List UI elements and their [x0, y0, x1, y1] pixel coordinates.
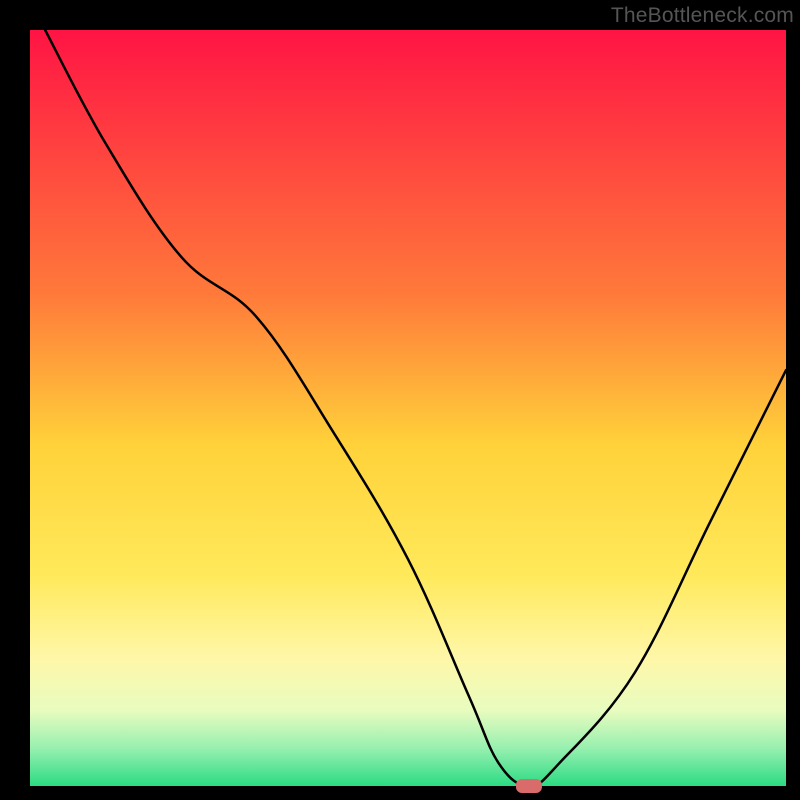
chart-container: TheBottleneck.com — [0, 0, 800, 800]
optimal-marker — [516, 779, 542, 793]
plot-area — [30, 30, 786, 786]
watermark-text: TheBottleneck.com — [611, 4, 794, 28]
chart-svg — [0, 0, 800, 800]
